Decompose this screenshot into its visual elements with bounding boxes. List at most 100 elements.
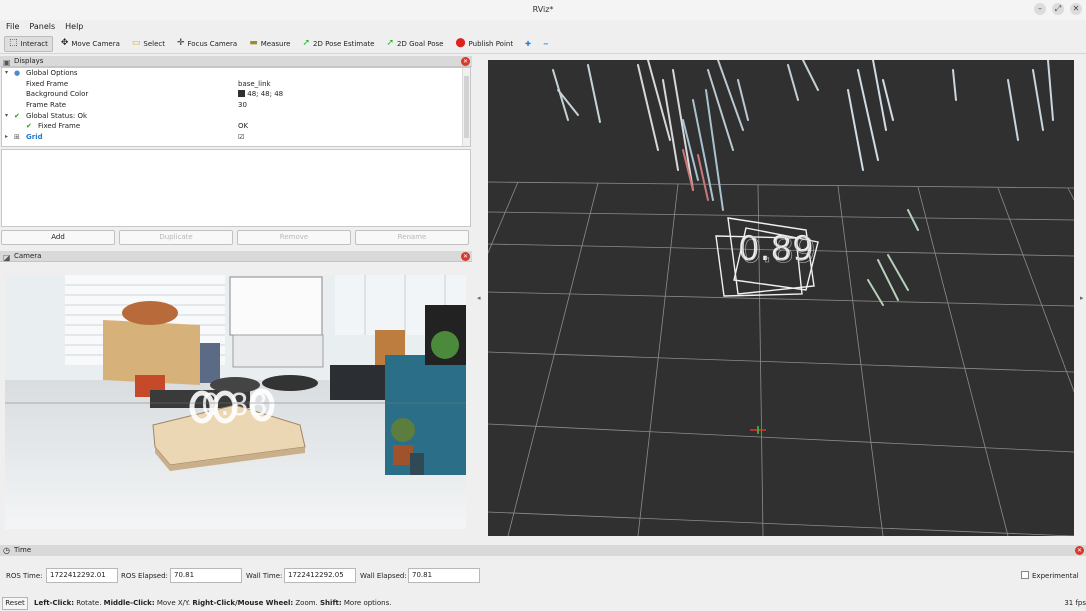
tree-value[interactable]: 48; 48; 48 [238, 89, 283, 100]
wall-elapsed-label: Wall Elapsed: [360, 572, 407, 580]
tree-row-background-color[interactable]: Background Color 48; 48; 48 [2, 89, 470, 100]
remove-display-button[interactable]: Remove [237, 230, 351, 245]
select-tool-button[interactable]: ▭ Select [128, 36, 169, 52]
menu-bar: File Panels Help [0, 20, 1086, 33]
close-time-button[interactable]: ✕ [1075, 546, 1084, 555]
close-window-button[interactable]: ✕ [1070, 3, 1082, 15]
display-description-area [1, 149, 471, 227]
crosshair-icon: ✛ [176, 38, 185, 48]
mouse-hint: Left-Click: Rotate. Middle-Click: Move X… [34, 596, 391, 611]
add-tool-button[interactable]: ✚ [521, 36, 535, 52]
grid-enabled-checkbox[interactable]: ☑ [238, 132, 244, 143]
interact-tool-button[interactable]: ⬚ Interact [4, 35, 53, 52]
focus-camera-label: Focus Camera [187, 39, 238, 48]
detection-score-label: 0.88 [201, 388, 268, 423]
splitter-left-arrow-icon[interactable]: ◂ [477, 294, 481, 302]
tree-label: Fixed Frame [38, 122, 81, 131]
wall-time-label: Wall Time: [246, 572, 283, 580]
hint-left-click: Left-Click: [34, 599, 75, 607]
time-fields-row: ROS Time: 1722412292.01 ROS Elapsed: 70.… [0, 566, 1086, 586]
clock-icon: ◷ [3, 546, 10, 555]
tool-bar: ⬚ Interact ✥ Move Camera ▭ Select ✛ Focu… [0, 34, 1086, 54]
tree-row-fixed-frame[interactable]: Fixed Frame base_link [2, 79, 470, 90]
scrollbar-thumb[interactable] [464, 76, 469, 138]
menu-panels[interactable]: Panels [29, 20, 55, 33]
ros-time-field[interactable]: 1722412292.01 [46, 568, 118, 583]
hint-left-action: Rotate. [74, 599, 104, 607]
measure-tool-button[interactable]: ▬ Measure [245, 36, 294, 52]
remove-tool-button[interactable]: − [539, 36, 553, 52]
tree-label: Background Color [26, 90, 89, 99]
hint-middle-click: Middle-Click: [103, 599, 155, 607]
window-title-bar: RViz* – ⤢ ✕ [0, 0, 1086, 20]
tree-value[interactable]: 30 [238, 100, 247, 111]
menu-help[interactable]: Help [65, 20, 83, 33]
hint-shift: Shift: [320, 599, 342, 607]
splitter-right-arrow-icon[interactable]: ▸ [1080, 294, 1084, 302]
maximize-button[interactable]: ⤢ [1052, 3, 1064, 15]
displays-scrollbar[interactable] [462, 68, 470, 146]
tree-label: Grid [26, 133, 43, 142]
hint-right-click: Right-Click/Mouse Wheel: [192, 599, 294, 607]
camera-panel-header: ◪ Camera ✕ [0, 251, 472, 262]
duplicate-display-button[interactable]: Duplicate [119, 230, 233, 245]
tree-row-global-options[interactable]: ▾ ● Global Options [2, 68, 470, 79]
close-camera-button[interactable]: ✕ [461, 252, 470, 261]
tree-value: OK [238, 122, 249, 131]
time-title: Time [14, 546, 32, 554]
goal-pose-tool-button[interactable]: ➚ 2D Goal Pose [382, 36, 447, 52]
green-arrow-icon: ➚ [302, 38, 311, 48]
ros-time-label: ROS Time: [6, 572, 43, 580]
tree-row-grid[interactable]: ▸ ⊞ Grid ☑ [2, 132, 470, 143]
check-icon: ✔ [14, 111, 20, 120]
window-title: RViz* [532, 5, 554, 14]
3d-viewport[interactable]: 0.89 0.89 [488, 60, 1074, 536]
displays-panel-header: ▣ Displays ✕ [0, 56, 472, 67]
check-icon: ✔ [26, 122, 32, 131]
focus-camera-tool-button[interactable]: ✛ Focus Camera [173, 36, 241, 52]
minimize-button[interactable]: – [1034, 3, 1046, 15]
select-label: Select [143, 39, 165, 48]
reset-button[interactable]: Reset [2, 597, 28, 610]
status-bar: Reset Left-Click: Rotate. Middle-Click: … [0, 596, 1086, 611]
camera-move-icon: ✥ [60, 38, 69, 48]
menu-file[interactable]: File [6, 20, 19, 33]
camera-title: Camera [14, 252, 42, 260]
experimental-label: Experimental [1032, 572, 1079, 580]
time-panel-header: ◷ Time ✕ [0, 545, 1086, 556]
3d-detection-score-shadow: 0.89 [740, 231, 816, 271]
tree-label: Global Status: Ok [26, 111, 88, 120]
tree-row-frame-rate[interactable]: Frame Rate 30 [2, 100, 470, 111]
pose-estimate-tool-button[interactable]: ➚ 2D Pose Estimate [298, 36, 378, 52]
close-displays-button[interactable]: ✕ [461, 57, 470, 66]
wall-elapsed-field[interactable]: 70.81 [408, 568, 480, 583]
tree-value[interactable]: base_link [238, 79, 271, 90]
globe-icon: ● [14, 69, 21, 77]
experimental-checkbox[interactable] [1021, 571, 1029, 579]
expand-arrow-icon[interactable]: ▾ [5, 68, 8, 79]
tree-row-global-status[interactable]: ▾ ✔ Global Status: Ok [2, 111, 470, 122]
move-camera-tool-button[interactable]: ✥ Move Camera [57, 36, 124, 52]
publish-point-label: Publish Point [468, 39, 514, 48]
camera-image: 0.88 [5, 275, 466, 529]
rename-display-button[interactable]: Rename [355, 230, 469, 245]
add-display-button[interactable]: Add [1, 230, 115, 245]
tree-row-status-fixed-frame[interactable]: ✔ Fixed Frame OK [2, 121, 470, 132]
interact-label: Interact [20, 39, 48, 48]
ros-elapsed-label: ROS Elapsed: [121, 572, 168, 580]
hint-shift-action: More options. [341, 599, 392, 607]
expand-arrow-icon[interactable]: ▾ [5, 111, 8, 122]
color-swatch [238, 90, 245, 98]
hint-middle-action: Move X/Y. [154, 599, 193, 607]
color-value: 48; 48; 48 [247, 90, 284, 99]
ruler-icon: ▬ [249, 38, 258, 48]
tree-label: Frame Rate [26, 101, 67, 110]
expand-arrow-icon[interactable]: ▸ [5, 132, 8, 143]
wall-time-field[interactable]: 1722412292.05 [284, 568, 356, 583]
ros-elapsed-field[interactable]: 70.81 [170, 568, 242, 583]
green-arrow-icon: ➚ [386, 38, 394, 48]
grid-icon: ⊞ [14, 133, 20, 142]
camera-scene-image: 0.88 [5, 275, 466, 529]
publish-point-tool-button[interactable]: ⬤ Publish Point [451, 36, 517, 52]
hint-right-action: Zoom. [293, 599, 321, 607]
